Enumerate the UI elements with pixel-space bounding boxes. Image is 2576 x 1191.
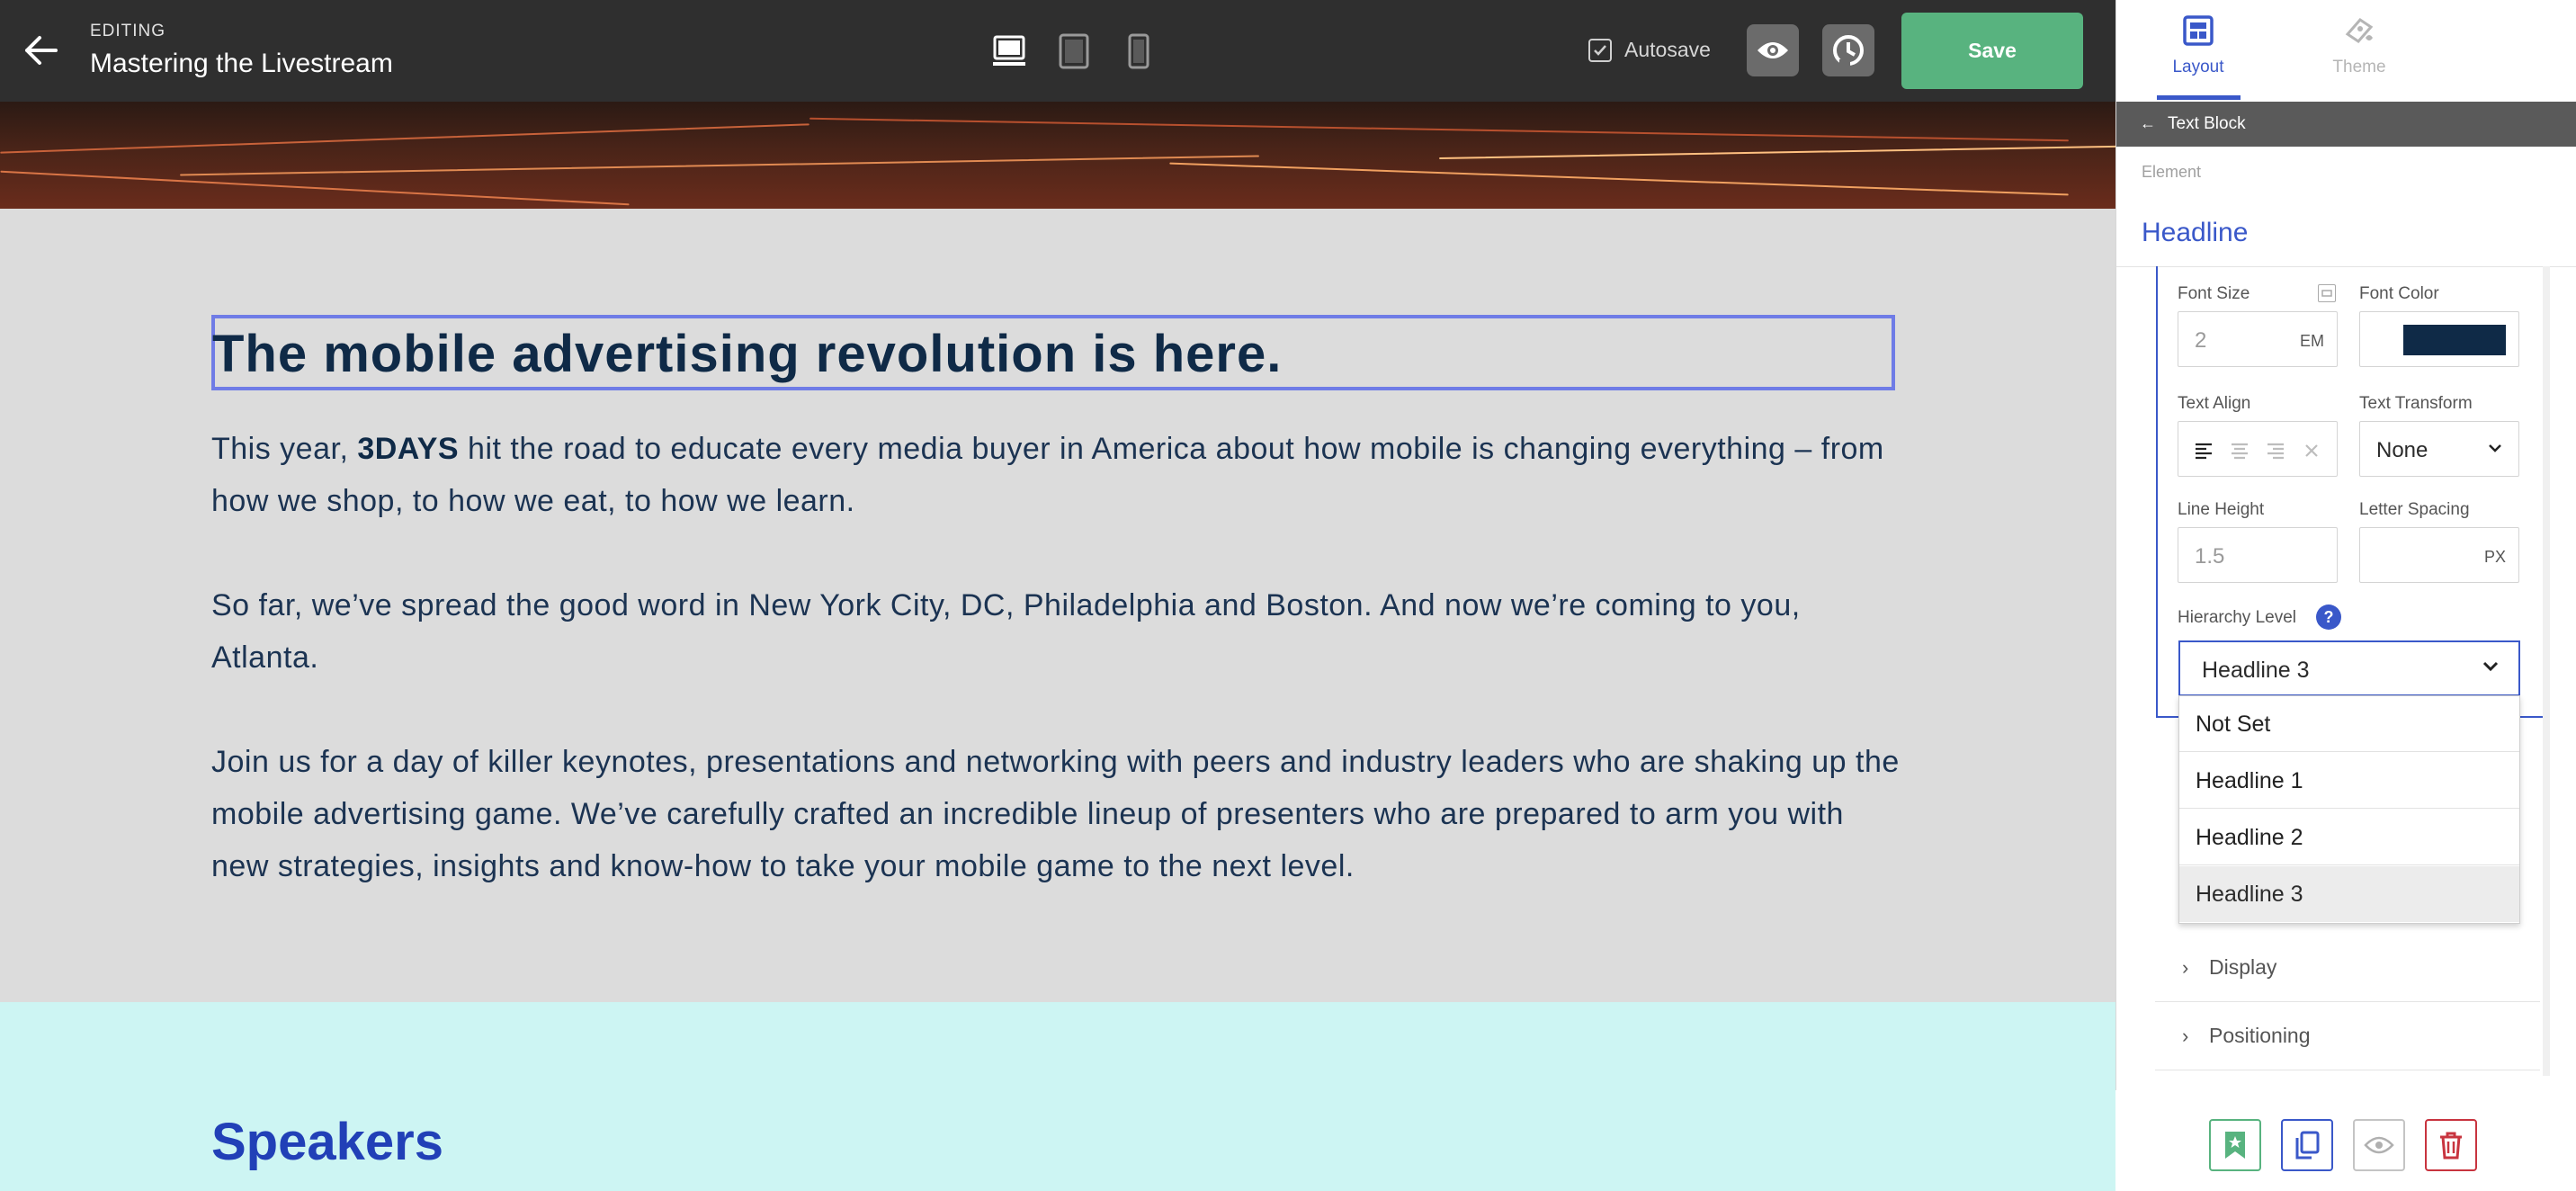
letter-spacing-label: Letter Spacing	[2359, 500, 2470, 519]
hierarchy-level-select[interactable]: Headline 3	[2178, 640, 2520, 696]
editing-label: EDITING	[90, 22, 166, 40]
text-transform-value: None	[2376, 438, 2428, 462]
dropdown-option[interactable]: Headline 2	[2179, 810, 2519, 865]
breadcrumb[interactable]: ← Text Block	[2116, 102, 2576, 147]
speakers-section: Speakers	[0, 1002, 2115, 1191]
headline-text[interactable]: The mobile advertising revolution is her…	[212, 324, 1282, 384]
hero-image[interactable]	[0, 102, 2115, 209]
line-height-input[interactable]: 1.5	[2178, 527, 2338, 583]
line-height-label: Line Height	[2178, 500, 2265, 519]
hierarchy-level-value: Headline 3	[2202, 658, 2310, 683]
hierarchy-level-label: Hierarchy Level	[2178, 608, 2296, 627]
paragraph-1-rest: hit the road to educate every media buye…	[211, 432, 1884, 518]
align-center-icon[interactable]	[2227, 438, 2252, 463]
tab-theme[interactable]: Theme	[2278, 0, 2440, 102]
positioning-section-toggle[interactable]: › Positioning	[2155, 1002, 2540, 1070]
save-element-button[interactable]	[2209, 1119, 2261, 1171]
font-color-picker[interactable]	[2359, 311, 2519, 367]
preview-button[interactable]	[1747, 24, 1799, 76]
font-size-input[interactable]: 2 EM	[2178, 311, 2338, 367]
responsive-toggle-icon[interactable]	[2318, 284, 2336, 302]
trash-icon	[2440, 1132, 2462, 1160]
text-transform-label: Text Transform	[2359, 394, 2473, 413]
tab-theme-label: Theme	[2332, 58, 2386, 76]
delete-button[interactable]	[2425, 1119, 2477, 1171]
text-block-section: The mobile advertising revolution is her…	[0, 209, 2115, 1002]
desktop-view-icon[interactable]	[989, 32, 1029, 70]
font-size-label: Font Size	[2178, 284, 2250, 303]
chevron-down-icon	[2488, 442, 2502, 458]
element-label: Element	[2142, 163, 2202, 181]
clear-align-icon[interactable]	[2299, 438, 2324, 463]
history-button[interactable]	[1822, 24, 1874, 76]
help-icon[interactable]: ?	[2316, 604, 2341, 630]
history-icon	[1833, 35, 1864, 67]
text-align-control	[2178, 421, 2338, 477]
layout-icon	[2182, 14, 2214, 51]
visibility-button[interactable]	[2353, 1119, 2405, 1171]
paragraph-1[interactable]: This year, 3DAYS hit the road to educate…	[211, 423, 1902, 527]
mobile-view-icon[interactable]	[1119, 32, 1158, 70]
positioning-section-label: Positioning	[2209, 1024, 2311, 1047]
dropdown-option-label: Not Set	[2196, 712, 2271, 737]
save-button[interactable]: Save	[1901, 13, 2083, 89]
tab-layout-label: Layout	[2172, 58, 2224, 76]
palette-icon	[2342, 14, 2376, 51]
dropdown-option-label: Headline 1	[2196, 768, 2303, 793]
hierarchy-level-dropdown: Not Set Headline 1 Headline 2 Headline 3	[2178, 695, 2520, 924]
autosave-label: Autosave	[1624, 38, 1711, 61]
letter-spacing-unit: PX	[2483, 548, 2506, 566]
device-switcher	[989, 32, 1158, 70]
font-color-label: Font Color	[2359, 284, 2439, 303]
dropdown-option-label: Headline 2	[2196, 825, 2303, 850]
back-arrow-icon[interactable]	[23, 34, 59, 67]
paragraph-3[interactable]: Join us for a day of killer keynotes, pr…	[211, 736, 1902, 892]
chevron-right-icon: ›	[2182, 956, 2189, 979]
duplicate-button[interactable]	[2281, 1119, 2333, 1171]
autosave-toggle[interactable]: Autosave	[1588, 38, 1711, 62]
autosave-checkbox[interactable]	[1588, 38, 1612, 62]
active-tab-indicator	[2157, 95, 2241, 100]
paragraph-2[interactable]: So far, we’ve spread the good word in Ne…	[211, 579, 1902, 684]
line-height-value: 1.5	[2195, 544, 2225, 569]
font-color-swatch	[2403, 325, 2506, 355]
text-align-label: Text Align	[2178, 394, 2251, 413]
eye-icon	[1758, 42, 1788, 58]
speakers-title[interactable]: Speakers	[211, 1112, 443, 1172]
panel-tabs: Layout Theme	[2116, 0, 2576, 102]
project-title: Mastering the Livestream	[90, 49, 393, 78]
align-left-icon[interactable]	[2191, 438, 2216, 463]
breadcrumb-label: Text Block	[2168, 114, 2246, 133]
bookmark-star-icon	[2225, 1132, 2245, 1159]
panel-scrollbar[interactable]	[2543, 266, 2550, 1076]
tab-layout[interactable]: Layout	[2117, 0, 2279, 102]
dropdown-option[interactable]: Not Set	[2179, 696, 2519, 752]
align-right-icon[interactable]	[2263, 438, 2288, 463]
panel-footer	[2115, 1090, 2576, 1191]
chevron-down-icon	[2482, 660, 2499, 677]
chevron-right-icon: ›	[2182, 1025, 2189, 1047]
font-size-value: 2	[2195, 328, 2207, 353]
display-section-label: Display	[2209, 955, 2277, 979]
section-title[interactable]: Headline	[2142, 218, 2248, 248]
dropdown-option-label: Headline 3	[2196, 882, 2303, 907]
back-arrow-small-icon[interactable]: ←	[2140, 114, 2156, 133]
eye-icon	[2364, 1136, 2394, 1154]
letter-spacing-input[interactable]: PX	[2359, 527, 2519, 583]
brand-name: 3DAYS	[357, 432, 460, 466]
duplicate-icon	[2295, 1131, 2320, 1160]
paragraph-1-intro: This year,	[211, 432, 358, 466]
editor-topbar: EDITING Mastering the Livestream Autosav…	[0, 0, 2115, 102]
dropdown-option[interactable]: Headline 1	[2179, 753, 2519, 809]
dropdown-option-selected[interactable]: Headline 3	[2179, 866, 2519, 922]
text-transform-select[interactable]: None	[2359, 421, 2519, 477]
display-section-toggle[interactable]: › Display	[2155, 934, 2540, 1002]
tablet-view-icon[interactable]	[1054, 32, 1094, 70]
font-size-unit: EM	[2300, 332, 2324, 350]
